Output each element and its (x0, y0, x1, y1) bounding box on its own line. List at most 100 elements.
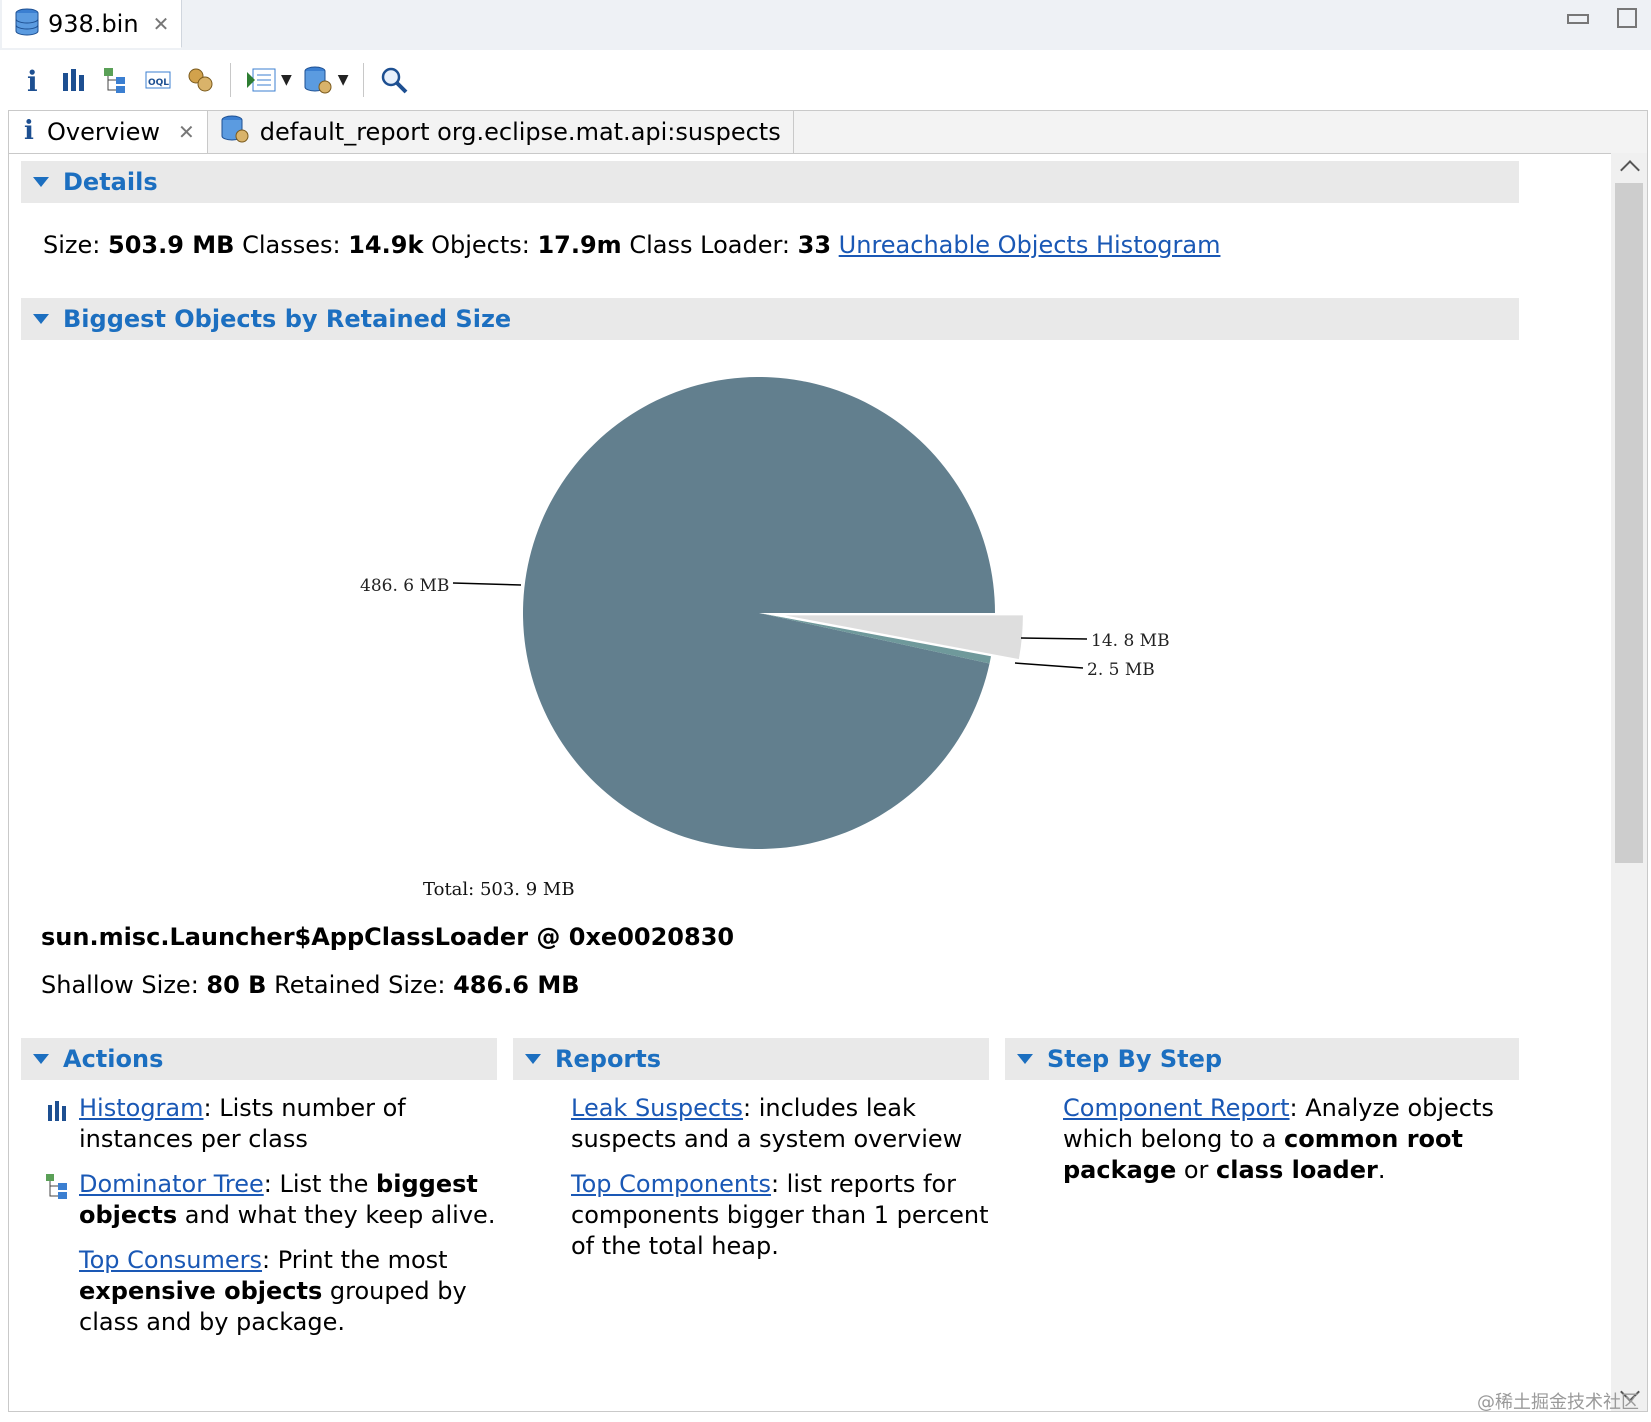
report-description: of the total heap. (571, 1232, 779, 1260)
action-emphasis: objects (79, 1201, 178, 1229)
section-title: Biggest Objects by Retained Size (63, 305, 512, 333)
top-consumers-action: Top Consumers: Print the most expensive … (79, 1245, 499, 1338)
leak-suspects-link[interactable]: Leak Suspects (571, 1094, 743, 1122)
collapse-triangle-icon (33, 1054, 49, 1064)
action-description: : Print the most (262, 1246, 448, 1274)
class-loader-label: Class Loader: (629, 231, 790, 259)
editor-tab-bar: 938.bin ✕ (0, 0, 1651, 50)
info-icon[interactable]: i (16, 64, 48, 96)
size-value: 503.9 MB (108, 231, 235, 259)
run-report-icon[interactable] (245, 64, 277, 96)
maximize-button[interactable] (1617, 8, 1637, 28)
step-description: or (1176, 1156, 1217, 1184)
leak-suspects-report: Leak Suspects: includes leak suspects an… (571, 1093, 991, 1155)
dominator-tree-action: Dominator Tree: List the biggest objects… (79, 1169, 499, 1231)
section-title: Details (63, 168, 158, 196)
actions-section-header[interactable]: Actions (21, 1038, 497, 1080)
step-emphasis: common root (1284, 1125, 1463, 1153)
reports-section-header[interactable]: Reports (513, 1038, 989, 1080)
histogram-icon[interactable] (58, 64, 90, 96)
scrollbar-thumb[interactable] (1615, 183, 1643, 863)
component-report-step: Component Report: Analyze objects which … (1063, 1093, 1523, 1186)
biggest-objects-section-header[interactable]: Biggest Objects by Retained Size (21, 298, 1519, 340)
vertical-scrollbar[interactable] (1611, 153, 1647, 1411)
search-icon[interactable] (378, 64, 410, 96)
step-emphasis: class loader (1216, 1156, 1378, 1184)
collapse-triangle-icon (525, 1054, 541, 1064)
leak-suspects-icon[interactable] (302, 64, 334, 96)
pie-slice[interactable] (522, 376, 995, 849)
toolbar-separator (362, 63, 364, 97)
details-section-header[interactable]: Details (21, 161, 1519, 203)
file-tab-label: 938.bin (48, 9, 139, 38)
tab-label: Overview (47, 118, 160, 146)
svg-text:i: i (24, 116, 34, 143)
action-emphasis: biggest (376, 1170, 478, 1198)
step-description: which belong to a (1063, 1125, 1285, 1153)
size-label: Size: (43, 231, 101, 259)
toolbar-separator (230, 63, 231, 97)
oql-icon[interactable]: OQL (142, 64, 174, 96)
tab-default-report[interactable]: default_report org.eclipse.mat.api:suspe… (208, 111, 794, 153)
top-components-link[interactable]: Top Components (571, 1170, 771, 1198)
pie-slice-label: 14. 8 MB (1091, 631, 1170, 651)
leak-suspects-icon (220, 114, 250, 150)
pie-slice-label: 2. 5 MB (1087, 660, 1155, 680)
editor-area: i Overview ✕ default_report org.eclipse.… (8, 110, 1648, 1412)
details-summary: Size: 503.9 MB Classes: 14.9k Objects: 1… (43, 231, 1220, 259)
classes-label: Classes: (242, 231, 341, 259)
action-description: : Lists number of (203, 1094, 406, 1122)
heap-dump-overview-icon[interactable] (184, 64, 216, 96)
watermark: @稀土掘金技术社区 (1477, 1392, 1639, 1413)
pie-total-label: Total: 503. 9 MB (423, 879, 575, 900)
step-by-step-section-header[interactable]: Step By Step (1005, 1038, 1519, 1080)
top-components-report: Top Components: list reports for compone… (571, 1169, 991, 1262)
file-tab[interactable]: 938.bin ✕ (2, 0, 182, 48)
pie-chart[interactable]: 486. 6 MB 14. 8 MB 2. 5 MB Total: 503. 9 MB (21, 351, 1611, 911)
top-consumers-link[interactable]: Top Consumers (79, 1246, 262, 1274)
section-title: Actions (63, 1045, 164, 1073)
tab-overview[interactable]: i Overview ✕ (9, 111, 208, 153)
component-report-link[interactable]: Component Report (1063, 1094, 1290, 1122)
report-description: suspects and a system overview (571, 1125, 963, 1153)
chevron-down-icon[interactable]: ▼ (281, 72, 292, 88)
action-description: grouped by (322, 1277, 467, 1305)
scroll-up-icon[interactable] (1620, 160, 1640, 180)
report-description: : list reports for (770, 1170, 956, 1198)
editor-subtabs: i Overview ✕ default_report org.eclipse.… (9, 111, 1647, 154)
action-description: and what they keep alive. (177, 1201, 496, 1229)
svg-text:i: i (27, 65, 38, 95)
objects-value: 17.9m (537, 231, 622, 259)
section-title: Step By Step (1047, 1045, 1223, 1073)
histogram-link[interactable]: Histogram (79, 1094, 204, 1122)
dominator-tree-link[interactable]: Dominator Tree (79, 1170, 264, 1198)
svg-text:OQL: OQL (148, 78, 169, 88)
close-icon[interactable]: ✕ (153, 12, 170, 36)
report-description: : includes leak (743, 1094, 916, 1122)
info-icon: i (21, 115, 37, 149)
pie-slice-label: 486. 6 MB (360, 576, 449, 596)
close-icon[interactable]: ✕ (178, 120, 195, 144)
collapse-triangle-icon (33, 177, 49, 187)
section-title: Reports (555, 1045, 662, 1073)
dominator-tree-icon (45, 1173, 71, 1205)
overview-content: Details Size: 503.9 MB Classes: 14.9k Ob… (21, 153, 1611, 1411)
heap-dump-icon (14, 7, 40, 41)
class-loader-value: 33 (797, 231, 832, 259)
action-description: instances per class (79, 1125, 308, 1153)
step-emphasis: package (1063, 1156, 1177, 1184)
unreachable-objects-link[interactable]: Unreachable Objects Histogram (839, 231, 1221, 259)
report-description: components bigger than 1 percent (571, 1201, 989, 1229)
toolbar: i OQL ▼ ▼ (0, 50, 1651, 110)
retained-size-value: 486.6 MB (453, 971, 580, 999)
biggest-object-sizes: Shallow Size: 80 B Retained Size: 486.6 … (41, 971, 580, 999)
retained-size-label: Retained Size: (274, 971, 446, 999)
shallow-size-label: Shallow Size: (41, 971, 199, 999)
histogram-action: Histogram: Lists number of instances per… (79, 1093, 499, 1155)
minimize-button[interactable] (1567, 14, 1589, 24)
shallow-size-value: 80 B (206, 971, 267, 999)
step-description: . (1377, 1156, 1386, 1184)
dominator-tree-icon[interactable] (100, 64, 132, 96)
chevron-down-icon[interactable]: ▼ (338, 72, 349, 88)
biggest-objects-chart: 486. 6 MB 14. 8 MB 2. 5 MB Total: 503. 9 MB (21, 351, 1611, 911)
